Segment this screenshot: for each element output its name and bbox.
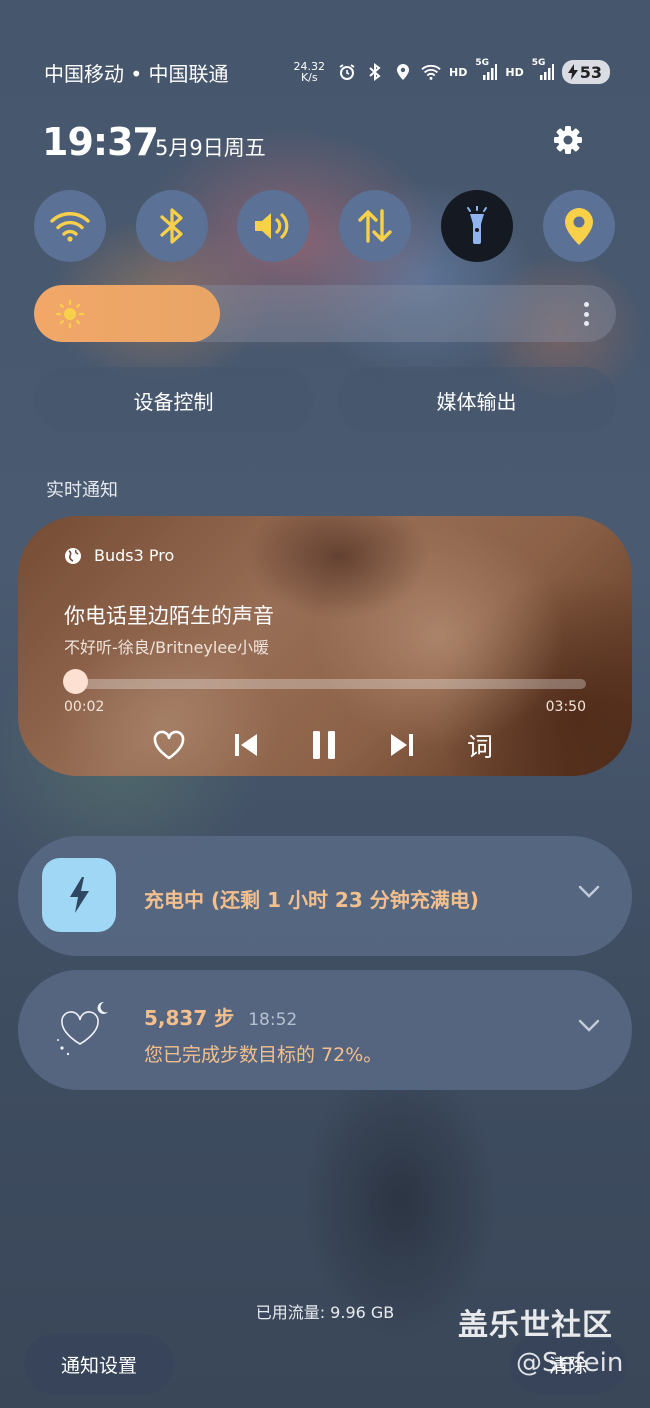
hd-label-2: HD xyxy=(505,65,524,79)
heart-sparkle-icon xyxy=(57,1001,108,1056)
song-artist: 不好听-徐良/Britneylee小暖 xyxy=(64,638,270,657)
media-device-name: Buds3 Pro xyxy=(94,546,175,565)
bluetooth-toggle[interactable] xyxy=(136,190,208,262)
fiveg-label-1: 5G xyxy=(475,58,490,68)
data-arrows-icon xyxy=(358,209,392,243)
mobile-data-toggle[interactable] xyxy=(339,190,411,262)
steps-time: 18:52 xyxy=(248,1010,298,1030)
bluetooth-status-icon xyxy=(365,62,385,82)
watermark-title: 盖乐世社区 xyxy=(458,1308,613,1343)
media-total-time: 03:50 xyxy=(545,699,586,715)
net-speed-unit: K/s xyxy=(300,71,318,84)
location-toggle[interactable] xyxy=(543,190,615,262)
steps-goal-message: 您已完成步数目标的 72%。 xyxy=(144,1044,383,1066)
status-bar: 中国移动 • 中国联通 24.32 K/s HD 5G HD 5G 53 xyxy=(44,56,610,88)
media-progress-knob[interactable] xyxy=(63,669,89,694)
steps-count-value: 5,837 步 xyxy=(144,1006,235,1030)
sound-toggle[interactable] xyxy=(237,190,309,262)
fiveg-label-2: 5G xyxy=(531,58,546,68)
chevron-down-icon[interactable] xyxy=(578,885,600,899)
charging-bolt-icon xyxy=(567,64,578,80)
hd-label-1: HD xyxy=(449,65,468,79)
signal-icon-1: 5G xyxy=(475,58,498,82)
media-current-time: 00:02 xyxy=(64,699,105,715)
media-player-card[interactable]: Buds3 Pro 你电话里边陌生的声音 不好听-徐良/Britneylee小暖… xyxy=(18,516,632,776)
like-heart-icon[interactable] xyxy=(149,726,189,764)
media-progress-bar[interactable] xyxy=(70,679,586,689)
media-output-button[interactable]: 媒体输出 xyxy=(337,367,616,433)
battery-indicator: 53 xyxy=(561,60,610,84)
clock: 19:37 xyxy=(42,120,159,164)
steps-notification[interactable]: 5,837 步 18:52 您已完成步数目标的 72%。 xyxy=(18,970,632,1090)
next-track-icon[interactable] xyxy=(382,726,422,764)
wifi-icon xyxy=(50,212,90,242)
charging-app-icon xyxy=(42,858,116,932)
watermark-user: @Sefein xyxy=(516,1348,624,1378)
notification-panel: 中国移动 • 中国联通 24.32 K/s HD 5G HD 5G 53 19:… xyxy=(0,0,650,1408)
settings-gear-icon[interactable] xyxy=(552,124,584,156)
location-status-icon xyxy=(393,62,413,82)
status-icons: 24.32 K/s HD 5G HD 5G 53 xyxy=(294,58,610,84)
wifi-toggle[interactable] xyxy=(34,190,106,262)
location-pin-icon xyxy=(565,208,593,245)
carrier-label: 中国移动 • 中国联通 xyxy=(44,61,229,86)
volume-icon xyxy=(255,213,289,239)
date-label: 5月9日周五 xyxy=(155,136,266,160)
net-speed: 24.32 K/s xyxy=(294,61,326,83)
song-title: 你电话里边陌生的声音 xyxy=(64,604,274,628)
brightness-slider[interactable] xyxy=(34,285,616,342)
device-control-button[interactable]: 设备控制 xyxy=(34,367,313,433)
wifi-status-icon xyxy=(421,62,441,82)
lightning-bolt-icon xyxy=(70,877,89,913)
sun-icon xyxy=(56,300,84,328)
media-device-row: Buds3 Pro xyxy=(64,546,174,565)
battery-level: 53 xyxy=(579,62,602,82)
signal-icon-2: 5G xyxy=(532,58,554,82)
charging-status-text: 充电中 (还剩 1 小时 23 分钟充满电) xyxy=(144,888,479,912)
lyrics-button[interactable]: 词 xyxy=(460,726,500,764)
steps-count: 5,837 步 18:52 xyxy=(144,1002,297,1031)
flashlight-toggle[interactable] xyxy=(441,190,513,262)
more-options-icon[interactable] xyxy=(584,302,590,326)
charging-notification[interactable]: 充电中 (还剩 1 小时 23 分钟充满电) xyxy=(18,836,632,956)
bluetooth-icon xyxy=(160,208,183,244)
live-notifications-label: 实时通知 xyxy=(46,480,118,501)
flashlight-icon xyxy=(467,206,487,244)
notification-settings-button[interactable]: 通知设置 xyxy=(24,1334,174,1394)
globe-icon xyxy=(65,547,81,564)
previous-track-icon[interactable] xyxy=(226,726,266,764)
pause-icon[interactable] xyxy=(304,726,344,764)
chevron-down-icon[interactable] xyxy=(578,1019,600,1033)
alarm-icon xyxy=(337,62,357,82)
